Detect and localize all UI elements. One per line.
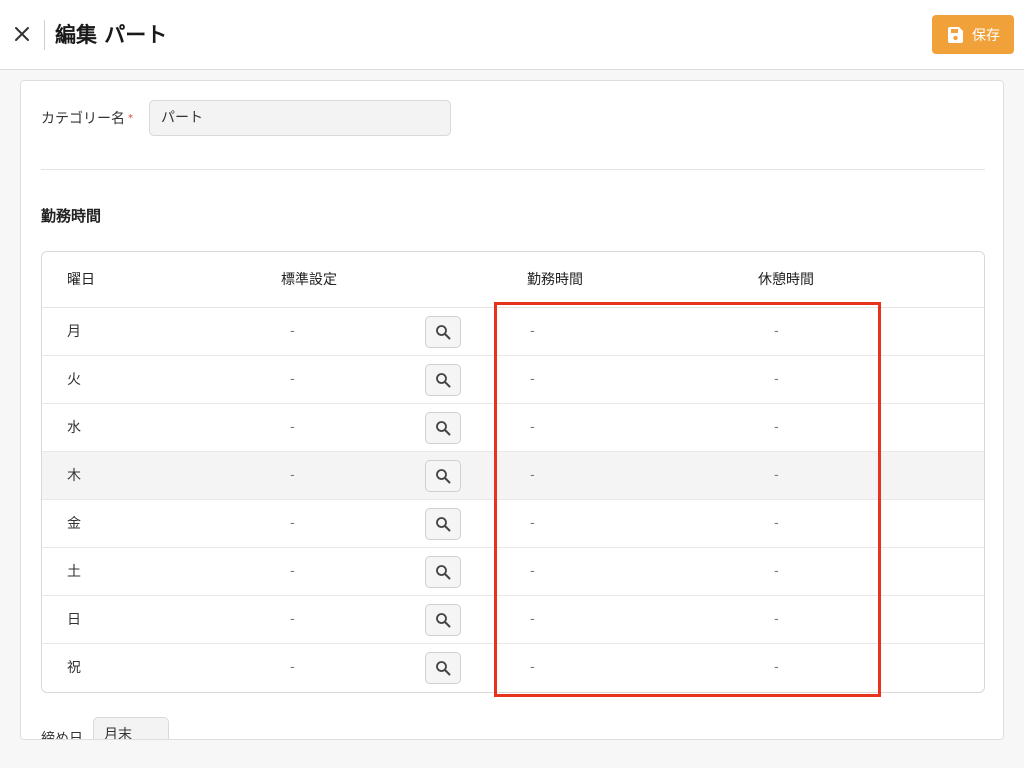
- break-time-cell: -: [774, 612, 779, 627]
- search-button[interactable]: [425, 412, 461, 444]
- standard-setting-cell: -: [290, 612, 295, 627]
- work-time-cell: -: [530, 564, 535, 579]
- table-row: 祝---: [42, 644, 984, 692]
- category-name-label-text: カテゴリー名: [41, 111, 125, 127]
- column-header-break-time: 休憩時間: [758, 272, 814, 288]
- break-time-cell: -: [774, 420, 779, 435]
- search-button[interactable]: [425, 508, 461, 540]
- category-name-input[interactable]: パート: [149, 100, 451, 136]
- standard-setting-cell: -: [290, 468, 295, 483]
- search-icon: [436, 661, 451, 676]
- work-time-cell: -: [530, 516, 535, 531]
- break-time-cell: -: [774, 660, 779, 675]
- work-hours-table: 曜日 標準設定 勤務時間 休憩時間 月 - - - 火 - - - 水 - - - 木 - - - 金 - - - 土 -…: [41, 251, 985, 693]
- day-cell: 祝: [67, 660, 81, 676]
- save-icon: [948, 26, 963, 43]
- day-cell: 火: [67, 372, 81, 388]
- standard-setting-cell: -: [290, 372, 295, 387]
- table-row: 土---: [42, 548, 984, 596]
- search-button[interactable]: [425, 556, 461, 588]
- standard-setting-cell: -: [290, 324, 295, 339]
- table-row: 火---: [42, 356, 984, 404]
- day-cell: 土: [67, 564, 81, 580]
- search-icon: [436, 613, 451, 628]
- table-row: 木---: [42, 452, 984, 500]
- day-cell: 金: [67, 516, 81, 532]
- day-cell: 月: [67, 324, 81, 340]
- table-row: 金---: [42, 500, 984, 548]
- search-button[interactable]: [425, 652, 461, 684]
- break-time-cell: -: [774, 372, 779, 387]
- day-cell: 木: [67, 468, 81, 484]
- category-name-label: カテゴリー名 *: [41, 109, 133, 129]
- search-button[interactable]: [425, 604, 461, 636]
- save-button[interactable]: 保存: [932, 15, 1014, 54]
- break-time-cell: -: [774, 468, 779, 483]
- table-row: 日---: [42, 596, 984, 644]
- break-time-cell: -: [774, 564, 779, 579]
- work-time-cell: -: [530, 372, 535, 387]
- search-button[interactable]: [425, 364, 461, 396]
- section-divider: [41, 169, 985, 170]
- search-icon: [436, 565, 451, 580]
- search-icon: [436, 469, 451, 484]
- required-mark: *: [128, 113, 133, 124]
- header-divider: [44, 20, 45, 50]
- work-time-cell: -: [530, 660, 535, 675]
- save-button-label: 保存: [972, 27, 1000, 44]
- standard-setting-cell: -: [290, 564, 295, 579]
- top-bar: 編集 パート 保存: [0, 0, 1024, 70]
- search-icon: [436, 421, 451, 436]
- edit-card: カテゴリー名 * パート 勤務時間 曜日 標準設定 勤務時間 休憩時間 月 - - - 火…: [20, 80, 1004, 740]
- column-header-day: 曜日: [67, 272, 95, 288]
- standard-setting-cell: -: [290, 516, 295, 531]
- close-icon: [15, 27, 29, 41]
- search-button[interactable]: [425, 460, 461, 492]
- search-icon: [436, 517, 451, 532]
- break-time-cell: -: [774, 516, 779, 531]
- standard-setting-cell: -: [290, 420, 295, 435]
- closing-day-select[interactable]: 月末: [93, 717, 169, 739]
- search-icon: [436, 373, 451, 388]
- closing-day-label: 締め日: [41, 731, 83, 740]
- standard-setting-cell: -: [290, 660, 295, 675]
- close-button[interactable]: [10, 22, 34, 46]
- work-hours-section-title: 勤務時間: [41, 207, 102, 225]
- work-time-cell: -: [530, 420, 535, 435]
- table-row: 月---: [42, 308, 984, 356]
- column-header-work-time: 勤務時間: [527, 272, 583, 288]
- day-cell: 水: [67, 420, 81, 436]
- table-header: 曜日 標準設定 勤務時間 休憩時間: [42, 252, 984, 308]
- search-icon: [436, 325, 451, 340]
- column-header-standard: 標準設定: [281, 272, 337, 288]
- work-time-cell: -: [530, 612, 535, 627]
- break-time-cell: -: [774, 324, 779, 339]
- work-time-cell: -: [530, 324, 535, 339]
- page-title: 編集 パート: [55, 23, 168, 47]
- table-row: 水---: [42, 404, 984, 452]
- search-button[interactable]: [425, 316, 461, 348]
- day-cell: 日: [67, 612, 81, 628]
- work-time-cell: -: [530, 468, 535, 483]
